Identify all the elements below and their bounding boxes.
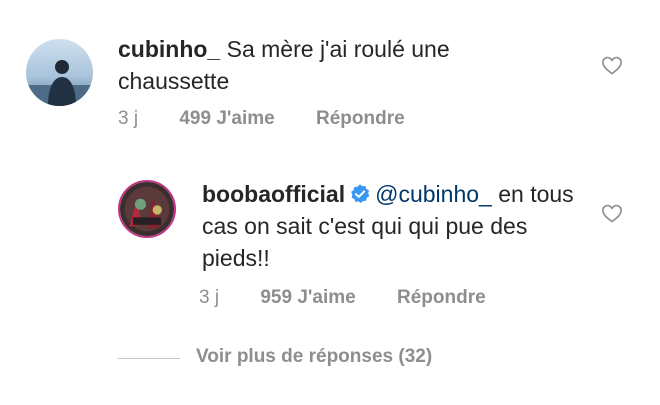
likes-count[interactable]: 959 J'aime <box>260 287 355 309</box>
timestamp: 3 j <box>199 287 220 308</box>
comment-meta: 3 j 959 J'aime Répondre <box>199 287 486 309</box>
reply-button[interactable]: Répondre <box>316 108 405 130</box>
mention-link[interactable]: @cubinho_ <box>375 181 492 207</box>
divider-line <box>118 358 180 359</box>
username[interactable]: boobaofficial <box>202 181 345 207</box>
avatar[interactable] <box>118 180 176 238</box>
view-more-replies-button[interactable]: Voir plus de réponses (32) <box>196 346 432 368</box>
heart-icon[interactable] <box>601 55 623 75</box>
avatar-icon <box>26 39 93 106</box>
username[interactable]: cubinho_ <box>118 36 220 62</box>
timestamp: 3 j <box>118 108 139 129</box>
avatar-icon <box>120 182 174 236</box>
avatar[interactable] <box>26 39 93 106</box>
comment-text: cubinho_ Sa mère j'ai roulé une chausset… <box>118 33 558 97</box>
verified-badge-icon <box>351 184 370 203</box>
reply-button[interactable]: Répondre <box>397 287 486 309</box>
heart-icon[interactable] <box>601 203 623 223</box>
comment-meta: 3 j 499 J'aime Répondre <box>118 108 405 130</box>
likes-count[interactable]: 499 J'aime <box>179 108 274 130</box>
comment-text: boobaofficial @cubinho_ en tous cas on s… <box>202 178 582 274</box>
